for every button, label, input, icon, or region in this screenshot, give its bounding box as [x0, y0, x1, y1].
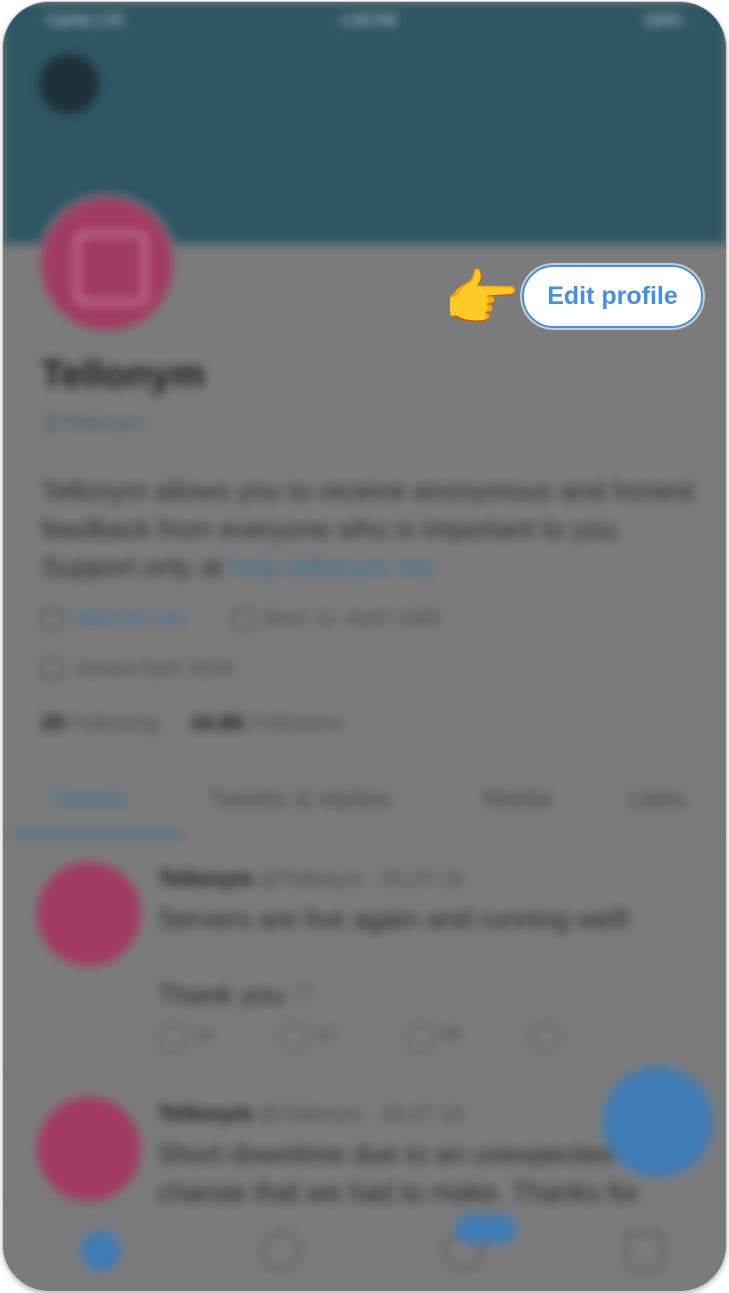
reply-icon[interactable]: [158, 1024, 188, 1050]
bottom-nav: [3, 1202, 726, 1291]
following-label[interactable]: Following: [70, 712, 159, 735]
profile-handle: @Tellonym: [41, 412, 146, 435]
share-icon[interactable]: [530, 1024, 560, 1050]
tab-tweets-replies[interactable]: Tweets & replies: [208, 785, 391, 814]
followers-count[interactable]: 34.8K: [191, 712, 247, 735]
calendar-icon: [41, 658, 63, 681]
website-link[interactable]: tellonym.me: [73, 607, 186, 630]
tweet-text: Servers are live again and running well!…: [158, 904, 631, 1010]
tab-active-indicator: [13, 832, 183, 836]
pointing-hand-icon: 👉: [443, 262, 521, 335]
home-icon[interactable]: [81, 1231, 121, 1271]
like-count: 95: [442, 1024, 463, 1044]
profile-name: Tellonym: [41, 354, 205, 396]
retweet-icon[interactable]: [280, 1024, 310, 1050]
compose-tweet-button[interactable]: [603, 1067, 713, 1177]
tweet-header: Tellonym @Tellonym · 05.07.19: [158, 866, 464, 891]
tweet-header: Tellonym @Tellonym · 05.07.19: [158, 1101, 464, 1126]
link-icon: [41, 608, 63, 631]
tweet-handle: @Tellonym: [258, 868, 363, 891]
tweet-handle: @Tellonym: [258, 1103, 363, 1126]
retweet-count: 12: [316, 1024, 337, 1044]
tweet-date: 05.07.19: [381, 1103, 464, 1126]
heart-icon[interactable]: [406, 1024, 436, 1050]
carrier-label: Carrier LTE: [47, 12, 124, 29]
tweet-avatar[interactable]: [37, 1097, 141, 1201]
profile-meta-row: tellonym.me Born 11. April 1990: [41, 607, 441, 631]
phone-screen: Carrier LTE 1:00 PM 100% Tellonym @Tello…: [3, 2, 726, 1291]
bio-link[interactable]: help.tellonym.me: [230, 552, 434, 582]
follow-stats: 29 Following 34.8K Followers: [41, 712, 342, 736]
profile-avatar[interactable]: [37, 194, 177, 334]
joined-text: Joined April 2016: [73, 657, 235, 680]
tweet-avatar[interactable]: [37, 862, 141, 966]
tweet-author: Tellonym: [158, 866, 253, 891]
profile-bio: Tellonym allows you to receive anonymous…: [41, 472, 701, 586]
blurred-background: Carrier LTE 1:00 PM 100% Tellonym @Tello…: [3, 2, 726, 1291]
messages-icon[interactable]: [625, 1231, 665, 1271]
clock: 1:00 PM: [341, 12, 397, 29]
balloon-icon: [231, 608, 254, 631]
battery-label: 100%: [643, 12, 682, 29]
tab-likes[interactable]: Likes: [628, 785, 686, 814]
followers-label[interactable]: Followers: [253, 712, 343, 735]
profile-tabs: Tweets Tweets & replies Media Likes: [3, 777, 726, 837]
tweet-date: 05.07.19: [381, 868, 464, 891]
tab-media[interactable]: Media: [483, 785, 551, 814]
status-bar: Carrier LTE 1:00 PM 100%: [3, 2, 726, 42]
search-icon[interactable]: [261, 1231, 301, 1271]
reply-count: 14: [194, 1024, 215, 1044]
following-count[interactable]: 29: [41, 712, 64, 735]
profile-joined-row: Joined April 2016: [41, 657, 234, 681]
tweet-divider: [3, 1074, 726, 1075]
tweet-author: Tellonym: [158, 1101, 253, 1126]
edit-profile-button[interactable]: Edit profile: [522, 265, 703, 328]
birthday-text: Born 11. April 1990: [263, 607, 441, 630]
back-button[interactable]: [39, 54, 99, 114]
tweet-actions: 14 12 95: [158, 1024, 698, 1054]
tab-tweets[interactable]: Tweets: [49, 785, 128, 814]
notification-badge: [455, 1215, 517, 1243]
